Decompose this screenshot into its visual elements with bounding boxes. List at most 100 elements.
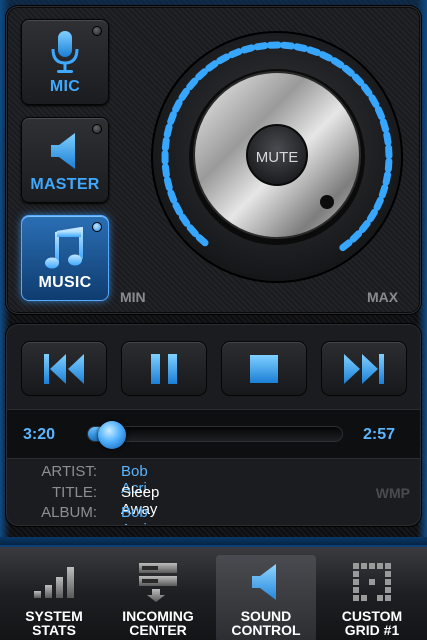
grid-cell (353, 587, 359, 593)
volume-ring-segment (306, 46, 321, 56)
grid-cell (369, 579, 375, 585)
volume-ring-segment (167, 111, 177, 126)
volume-ring-segment (339, 239, 353, 252)
music-source-button[interactable]: MUSIC (21, 215, 109, 301)
volume-ring-segment (253, 42, 269, 51)
music-label: MUSIC (38, 274, 92, 291)
stop-button[interactable] (221, 341, 307, 396)
volume-ring-segment (163, 176, 173, 192)
volume-ring-segment (378, 184, 389, 199)
volume-ring-segment (216, 53, 231, 65)
grid-cell (353, 579, 359, 585)
seek-slider[interactable] (87, 421, 343, 449)
grid-cell (361, 563, 367, 569)
master-source-button[interactable]: MASTER (21, 117, 109, 203)
music-note-icon (22, 226, 108, 272)
tab-sound-control[interactable]: SOUND CONTROL (216, 555, 316, 640)
volume-ring-segment (349, 230, 363, 243)
volume-ring-segment (374, 105, 385, 121)
volume-ring-segment (228, 48, 243, 59)
volume-ring-segment (172, 98, 183, 113)
volume-ring-segment (330, 57, 345, 69)
volume-ring-segment (163, 123, 173, 139)
grid-cell (385, 579, 391, 585)
player-panel: 3:20 2:57 ARTIST: Bob Acri TITLE: Sleep … (6, 324, 421, 526)
volume-ring-segment (368, 94, 380, 109)
volume-ring-segment (382, 171, 392, 186)
bar-chart-icon (4, 559, 104, 605)
tab-system-stats-label: SYSTEM STATS (25, 608, 83, 638)
volume-ring-segment (351, 73, 365, 87)
grid-cell (353, 563, 359, 569)
album-value[interactable]: Bob Acri (121, 504, 148, 525)
grid-cell (369, 563, 375, 569)
volume-ring-segment (161, 163, 170, 179)
grid-cell (353, 571, 359, 577)
volume-ring-segment (186, 77, 199, 91)
seek-thumb[interactable] (98, 421, 127, 449)
max-label: MAX (367, 289, 399, 305)
tab-incoming-center[interactable]: INCOMING CENTER (108, 555, 208, 640)
volume-knob-area: MUTE (137, 27, 417, 287)
grid-cell (385, 595, 391, 601)
grid-cell (385, 563, 391, 569)
volume-ring-segment (341, 64, 355, 77)
progress-row: 3:20 2:57 (7, 409, 420, 459)
microphone-icon (22, 30, 108, 76)
grid-cell (377, 595, 383, 601)
tab-custom-grid-label: CUSTOM GRID #1 (341, 608, 403, 638)
elapsed-time: 3:20 (23, 426, 56, 443)
volume-ring-segment (383, 131, 392, 146)
skip-next-icon (344, 353, 384, 384)
tab-sound-control-label: SOUND CONTROL (231, 608, 301, 638)
grid-cell (377, 563, 383, 569)
volume-ring-segment (186, 224, 199, 238)
volume-ring-segment (366, 208, 378, 223)
skip-previous-icon (44, 353, 84, 384)
min-label: MIN (120, 289, 146, 305)
volume-ring-segment (384, 157, 393, 173)
volume-ring-segment (172, 201, 184, 216)
title-key: TITLE: (51, 484, 97, 501)
stop-icon (250, 354, 278, 383)
volume-ring-segment (205, 60, 219, 72)
volume-ring-segment (195, 68, 208, 81)
volume-ring-segment (293, 43, 309, 52)
tab-bar: SYSTEM STATS INCOMING CENTER SOUND CONTROL (0, 537, 427, 640)
volume-ring-segment (280, 41, 295, 50)
player-source-label: WMP (375, 485, 410, 501)
mic-source-button[interactable]: MIC (21, 19, 109, 105)
volume-ring-segment (195, 234, 209, 247)
grid-cell (385, 571, 391, 577)
volume-panel: MIC MASTER MUSIC MIN MAX MUTE (6, 6, 421, 314)
total-time: 2:57 (363, 426, 396, 443)
volume-ring-segment (178, 87, 190, 102)
speaker-icon (22, 128, 108, 174)
tab-custom-grid[interactable]: CUSTOM GRID #1 (322, 555, 422, 640)
pause-button[interactable] (121, 341, 207, 396)
grid-cell (385, 587, 391, 593)
volume-ring-segment (373, 196, 384, 211)
grid-cell (353, 595, 359, 601)
volume-ring-segment (360, 83, 373, 97)
tab-incoming-center-label: INCOMING CENTER (122, 608, 194, 638)
master-label: MASTER (30, 176, 100, 193)
previous-track-button[interactable] (21, 341, 107, 396)
grid-icon (322, 559, 422, 605)
volume-ring-segment (318, 51, 333, 62)
volume-ring-segment (358, 219, 371, 234)
tab-system-stats[interactable]: SYSTEM STATS (4, 555, 104, 640)
volume-ring-segment (167, 189, 178, 204)
grid-cell (361, 595, 367, 601)
server-download-icon (108, 559, 208, 605)
speaker-icon (216, 559, 316, 605)
volume-ring-segment (379, 118, 390, 133)
album-key: ALBUM: (41, 504, 97, 521)
mic-label: MIC (49, 78, 81, 95)
volume-ring-segment (240, 44, 256, 54)
artist-key: ARTIST: (41, 463, 97, 480)
knob-indicator-dot (320, 195, 334, 209)
next-track-button[interactable] (321, 341, 407, 396)
pause-icon (151, 353, 177, 384)
volume-ring-segment (161, 136, 170, 152)
